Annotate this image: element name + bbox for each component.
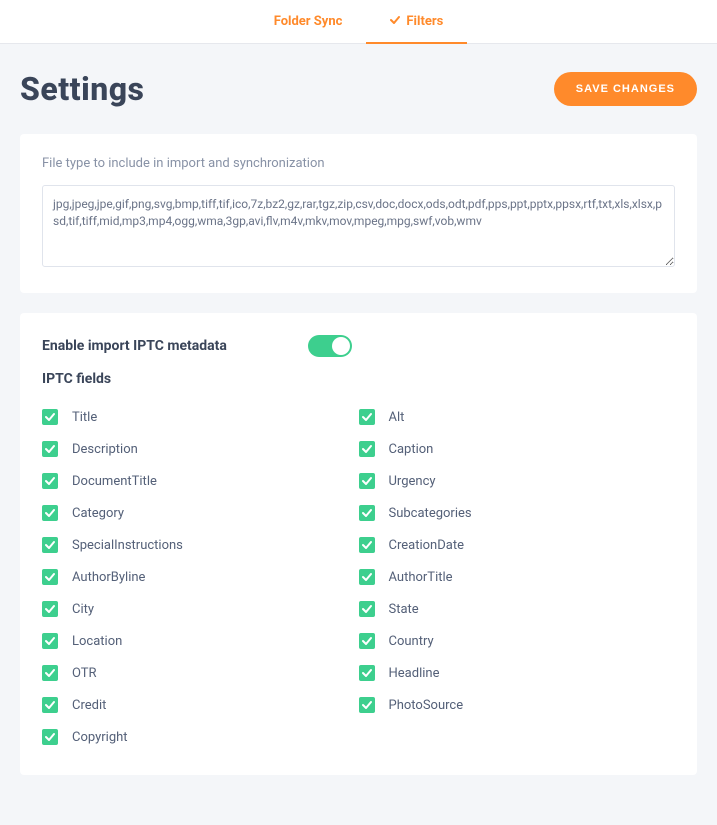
tab-label: Folder Sync bbox=[274, 14, 343, 29]
checkbox-icon bbox=[42, 441, 58, 457]
chk-authortitle[interactable]: AuthorTitle bbox=[359, 561, 676, 593]
tab-label: Filters bbox=[406, 14, 443, 29]
chk-creationdate[interactable]: CreationDate bbox=[359, 529, 676, 561]
checkbox-icon bbox=[359, 537, 375, 553]
chk-description[interactable]: Description bbox=[42, 433, 359, 465]
chk-title[interactable]: Title bbox=[42, 401, 359, 433]
chk-label: DocumentTitle bbox=[72, 474, 157, 489]
chk-label: City bbox=[72, 602, 94, 617]
page-header: Settings SAVE CHANGES bbox=[20, 70, 697, 108]
checkbox-icon bbox=[359, 505, 375, 521]
save-changes-button[interactable]: SAVE CHANGES bbox=[554, 72, 697, 106]
file-types-label: File type to include in import and synch… bbox=[42, 156, 675, 171]
chk-state[interactable]: State bbox=[359, 593, 676, 625]
iptc-enable-label: Enable import IPTC metadata bbox=[42, 338, 227, 354]
checkbox-icon bbox=[42, 473, 58, 489]
checkbox-icon bbox=[359, 441, 375, 457]
tab-folder-sync[interactable]: Folder Sync bbox=[250, 0, 367, 44]
chk-credit[interactable]: Credit bbox=[42, 689, 359, 721]
checkbox-icon bbox=[359, 473, 375, 489]
iptc-fields-header: IPTC fields bbox=[42, 371, 675, 387]
chk-documenttitle[interactable]: DocumentTitle bbox=[42, 465, 359, 497]
checkbox-icon bbox=[42, 729, 58, 745]
chk-country[interactable]: Country bbox=[359, 625, 676, 657]
check-icon bbox=[390, 14, 400, 29]
checkbox-icon bbox=[359, 569, 375, 585]
chk-label: Credit bbox=[72, 698, 106, 713]
file-types-input[interactable]: jpg,jpeg,jpe,gif,png,svg,bmp,tiff,tif,ic… bbox=[42, 185, 675, 267]
chk-location[interactable]: Location bbox=[42, 625, 359, 657]
chk-category[interactable]: Category bbox=[42, 497, 359, 529]
checkbox-icon bbox=[42, 601, 58, 617]
iptc-right-column: Alt Caption Urgency Subcategories Creati… bbox=[359, 401, 676, 753]
chk-label: SpecialInstructions bbox=[72, 538, 183, 553]
iptc-enable-toggle[interactable] bbox=[308, 335, 352, 357]
chk-label: CreationDate bbox=[389, 538, 464, 553]
chk-authorbyline[interactable]: AuthorByline bbox=[42, 561, 359, 593]
checkbox-icon bbox=[359, 665, 375, 681]
checkbox-icon bbox=[42, 537, 58, 553]
chk-specialinstructions[interactable]: SpecialInstructions bbox=[42, 529, 359, 561]
chk-label: OTR bbox=[72, 666, 97, 681]
chk-label: Headline bbox=[389, 666, 440, 681]
chk-label: State bbox=[389, 602, 419, 617]
checkbox-icon bbox=[42, 697, 58, 713]
chk-alt[interactable]: Alt bbox=[359, 401, 676, 433]
checkbox-icon bbox=[359, 601, 375, 617]
checkbox-icon bbox=[42, 633, 58, 649]
chk-label: Description bbox=[72, 442, 138, 457]
checkbox-icon bbox=[42, 569, 58, 585]
page-title: Settings bbox=[20, 70, 144, 108]
iptc-card: Enable import IPTC metadata IPTC fields … bbox=[20, 313, 697, 775]
chk-label: PhotoSource bbox=[389, 698, 464, 713]
toggle-knob bbox=[332, 337, 350, 355]
checkbox-icon bbox=[42, 665, 58, 681]
chk-label: Caption bbox=[389, 442, 434, 457]
chk-label: Title bbox=[72, 410, 97, 425]
checkbox-icon bbox=[359, 409, 375, 425]
tab-bar: Folder Sync Filters bbox=[0, 0, 717, 44]
chk-label: Location bbox=[72, 634, 122, 649]
chk-label: Category bbox=[72, 506, 124, 521]
iptc-left-column: Title Description DocumentTitle Category… bbox=[42, 401, 359, 753]
checkbox-icon bbox=[42, 505, 58, 521]
chk-label: AuthorTitle bbox=[389, 570, 453, 585]
iptc-fields-grid: Title Description DocumentTitle Category… bbox=[42, 401, 675, 753]
chk-label: Subcategories bbox=[389, 506, 472, 521]
chk-photosource[interactable]: PhotoSource bbox=[359, 689, 676, 721]
chk-label: Country bbox=[389, 634, 434, 649]
file-types-card: File type to include in import and synch… bbox=[20, 134, 697, 293]
chk-headline[interactable]: Headline bbox=[359, 657, 676, 689]
checkbox-icon bbox=[359, 633, 375, 649]
checkbox-icon bbox=[42, 409, 58, 425]
chk-urgency[interactable]: Urgency bbox=[359, 465, 676, 497]
tab-filters[interactable]: Filters bbox=[366, 0, 467, 44]
chk-subcategories[interactable]: Subcategories bbox=[359, 497, 676, 529]
chk-copyright[interactable]: Copyright bbox=[42, 721, 359, 753]
chk-label: AuthorByline bbox=[72, 570, 145, 585]
checkbox-icon bbox=[359, 697, 375, 713]
chk-otr[interactable]: OTR bbox=[42, 657, 359, 689]
chk-label: Copyright bbox=[72, 730, 128, 745]
chk-label: Urgency bbox=[389, 474, 436, 489]
chk-label: Alt bbox=[389, 410, 405, 425]
chk-city[interactable]: City bbox=[42, 593, 359, 625]
chk-caption[interactable]: Caption bbox=[359, 433, 676, 465]
